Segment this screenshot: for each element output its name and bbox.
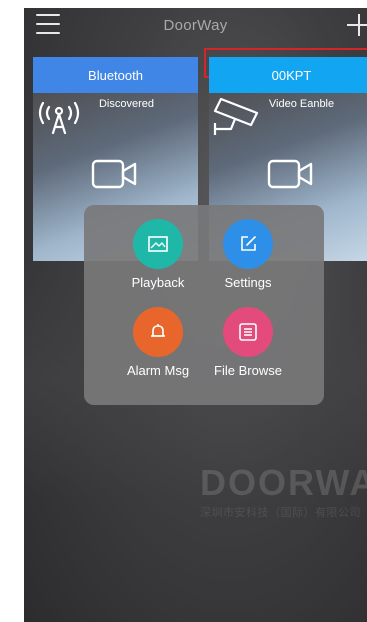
doorway-watermark: DOORWAY 深圳市安科技（国际）有限公司 [200, 462, 367, 520]
cctv-camera-icon [213, 97, 259, 135]
hamburger-icon[interactable] [36, 14, 60, 36]
alarm-msg-label: Alarm Msg [126, 363, 190, 378]
playback-label: Playback [131, 275, 185, 290]
image-icon [133, 219, 183, 269]
app-title: DoorWay [163, 16, 228, 34]
playback-button[interactable]: Playback [108, 219, 208, 290]
watermark-subtitle: 深圳市安科技（国际）有限公司 [200, 507, 361, 519]
top-bar: DoorWay [24, 8, 367, 42]
alarm-msg-button[interactable]: Alarm Msg [108, 307, 208, 378]
watermark-brand: DOORWAY [200, 462, 367, 503]
edit-icon [223, 219, 273, 269]
device-name: 00KPT [209, 57, 367, 93]
device-name: Bluetooth [33, 57, 198, 93]
file-browse-label: File Browse [214, 363, 282, 378]
device-action-menu: Playback Settings Alarm Msg File Browse [84, 205, 324, 405]
video-camera-icon [91, 159, 137, 189]
bell-icon [133, 307, 183, 357]
file-browse-button[interactable]: File Browse [198, 307, 298, 378]
antenna-icon [38, 101, 80, 135]
settings-button[interactable]: Settings [198, 219, 298, 290]
plus-icon[interactable] [347, 12, 367, 38]
list-icon [223, 307, 273, 357]
video-camera-icon [267, 159, 313, 189]
settings-label: Settings [224, 275, 272, 290]
